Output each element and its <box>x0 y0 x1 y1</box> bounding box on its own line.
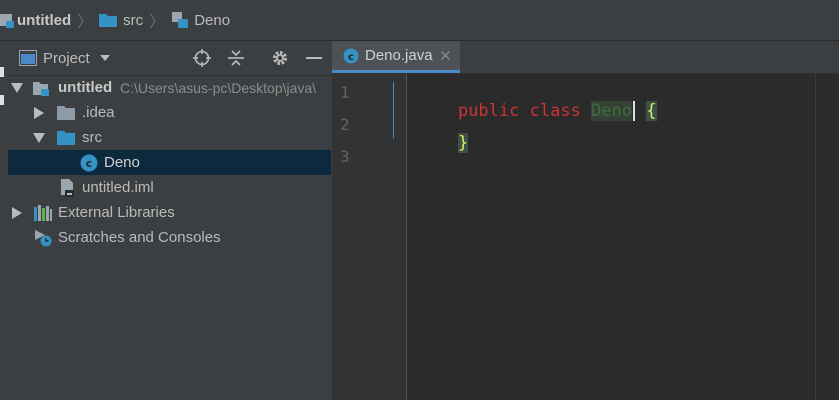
fold-indicator[interactable] <box>393 82 394 138</box>
svg-text:c: c <box>86 157 93 170</box>
dropdown-arrow-icon <box>99 55 110 61</box>
breadcrumb-file-label: Deno <box>194 11 231 29</box>
tree-item-untitled[interactable]: untitled C:\Users\asus-pc\Desktop\java\ <box>8 75 331 100</box>
tree-item-external-libraries[interactable]: External Libraries <box>8 200 331 225</box>
java-package-icon <box>172 12 189 28</box>
folder-icon <box>57 104 75 122</box>
tree-item-label: untitled.iml <box>82 179 154 196</box>
collapse-all-button[interactable] <box>226 48 246 68</box>
tree-item-src[interactable]: src <box>8 125 331 150</box>
line-number: 1 <box>340 83 350 102</box>
breadcrumb-project-label: untitled <box>17 11 72 29</box>
collapse-icon <box>228 50 244 66</box>
code-line-2[interactable]: } <box>417 113 469 173</box>
folder-icon <box>99 14 118 27</box>
crosshair-icon <box>193 49 211 67</box>
java-class-icon: c <box>343 48 359 64</box>
java-class-icon: c <box>80 154 98 172</box>
minimize-icon <box>306 57 322 59</box>
tree-item-deno[interactable]: c Deno <box>8 150 331 175</box>
strip-marker <box>0 67 4 77</box>
tree-item-scratches[interactable]: Scratches and Consoles <box>8 225 331 250</box>
project-path-label: C:\Users\asus-pc\Desktop\java\ <box>120 79 317 96</box>
line-number: 2 <box>340 115 350 134</box>
gear-icon <box>273 51 287 65</box>
tree-item-label: External Libraries <box>58 204 175 221</box>
tree-item-untitled-iml[interactable]: untitled.iml <box>8 175 331 200</box>
project-panel-title: Project <box>43 49 90 67</box>
iml-file-icon <box>58 178 76 197</box>
expanded-arrow-icon[interactable] <box>33 132 45 144</box>
chevron-right-icon: 〉 <box>149 14 166 31</box>
tree-item-label: .idea <box>82 104 115 121</box>
breadcrumb-item-project[interactable]: untitled <box>0 0 71 40</box>
line-number: 3 <box>340 147 350 166</box>
expanded-arrow-icon[interactable] <box>11 82 23 94</box>
tab-deno-java[interactable]: c Deno.java <box>332 41 460 73</box>
chevron-right-icon: 〉 <box>77 14 94 31</box>
collapsed-arrow-icon[interactable] <box>11 206 23 219</box>
tree-item-label: untitled <box>58 79 113 96</box>
source-folder-icon <box>57 129 75 147</box>
module-folder-icon <box>32 79 50 97</box>
svg-text:c: c <box>348 52 354 63</box>
tab-label: Deno.java <box>365 47 433 64</box>
class-name: Deno <box>591 101 633 121</box>
strip-marker <box>0 95 4 105</box>
tree-item-label: src <box>82 129 102 146</box>
hide-panel-button[interactable] <box>304 48 324 68</box>
project-window-icon <box>19 50 37 66</box>
right-margin-guide <box>815 74 816 400</box>
breadcrumb-src-label: src <box>123 11 144 29</box>
tree-item-idea[interactable]: .idea <box>8 100 331 125</box>
scratches-icon <box>34 229 52 247</box>
keyword-class: class <box>529 101 581 121</box>
collapsed-arrow-icon[interactable] <box>33 106 45 119</box>
code-editor[interactable]: 1 2 3 public class Deno { } <box>332 74 839 400</box>
breadcrumb-item-file[interactable]: Deno <box>171 0 230 40</box>
tree-item-label: Scratches and Consoles <box>58 229 221 246</box>
open-brace: { <box>646 101 657 121</box>
editor-tab-bar: c Deno.java <box>332 41 839 74</box>
settings-button[interactable] <box>270 48 290 68</box>
tree-item-label: Deno <box>104 154 140 171</box>
breadcrumb-item-src[interactable]: src <box>99 0 143 40</box>
project-panel-header: Project <box>8 41 331 76</box>
close-brace: } <box>457 133 469 153</box>
breadcrumb: untitled 〉 src 〉 Deno <box>0 0 839 41</box>
locate-file-button[interactable] <box>192 48 212 68</box>
close-tab-icon[interactable] <box>440 51 450 60</box>
text-cursor <box>633 101 636 121</box>
line-number-gutter: 1 2 3 <box>332 74 407 400</box>
project-panel: Project untitled C:\Users\asus-pc\Deskto… <box>8 41 331 400</box>
project-folder-icon <box>0 14 14 28</box>
libraries-icon <box>34 204 52 222</box>
project-view-selector[interactable]: Project <box>8 41 111 75</box>
